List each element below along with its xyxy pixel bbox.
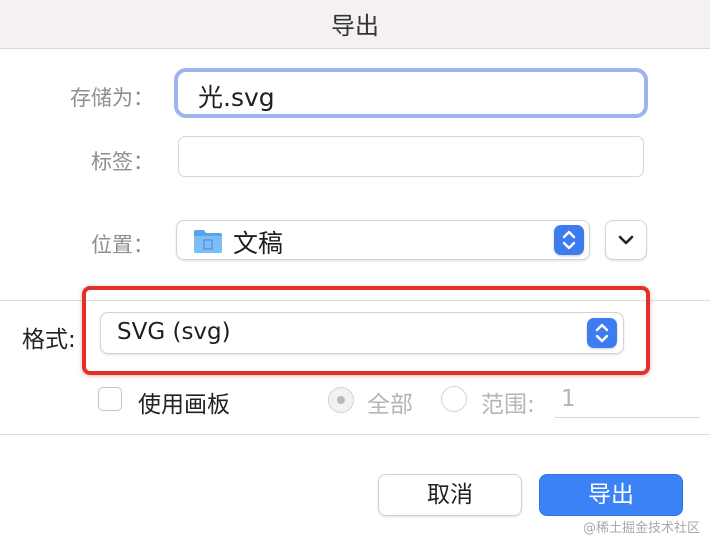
chevron-down-icon xyxy=(616,230,636,254)
title-bar: 导出 xyxy=(0,0,710,49)
export-button[interactable]: 导出 xyxy=(539,474,683,516)
range-input[interactable]: 1 xyxy=(555,386,700,418)
tags-input[interactable] xyxy=(178,136,644,177)
radio-all-label: 全部 xyxy=(367,392,413,418)
radio-dot-icon xyxy=(337,396,345,404)
artboards-checkbox[interactable] xyxy=(98,387,122,411)
save-as-input[interactable]: 光.svg xyxy=(174,68,648,118)
highlight-box xyxy=(82,286,650,375)
watermark: @稀土掘金技术社区 xyxy=(582,521,700,536)
save-as-value: 光.svg xyxy=(198,83,275,112)
radio-range[interactable] xyxy=(441,386,467,412)
radio-all[interactable] xyxy=(328,387,354,413)
cancel-button[interactable]: 取消 xyxy=(378,474,522,516)
tags-label: 标签： xyxy=(91,150,154,174)
location-label: 位置： xyxy=(91,233,154,257)
artboards-label: 使用画板 xyxy=(138,392,230,418)
radio-range-label: 范围: xyxy=(481,392,535,418)
location-value: 文稿 xyxy=(233,229,284,258)
location-popup[interactable]: 文稿 xyxy=(176,220,590,260)
range-value: 1 xyxy=(561,386,576,412)
expand-button[interactable] xyxy=(605,220,647,260)
format-label: 格式: xyxy=(22,327,76,353)
dialog-title: 导出 xyxy=(331,12,379,40)
stepper-updown-icon[interactable] xyxy=(554,225,584,255)
folder-icon xyxy=(193,228,223,258)
divider-bottom xyxy=(0,434,710,435)
save-as-label: 存储为： xyxy=(70,86,154,110)
